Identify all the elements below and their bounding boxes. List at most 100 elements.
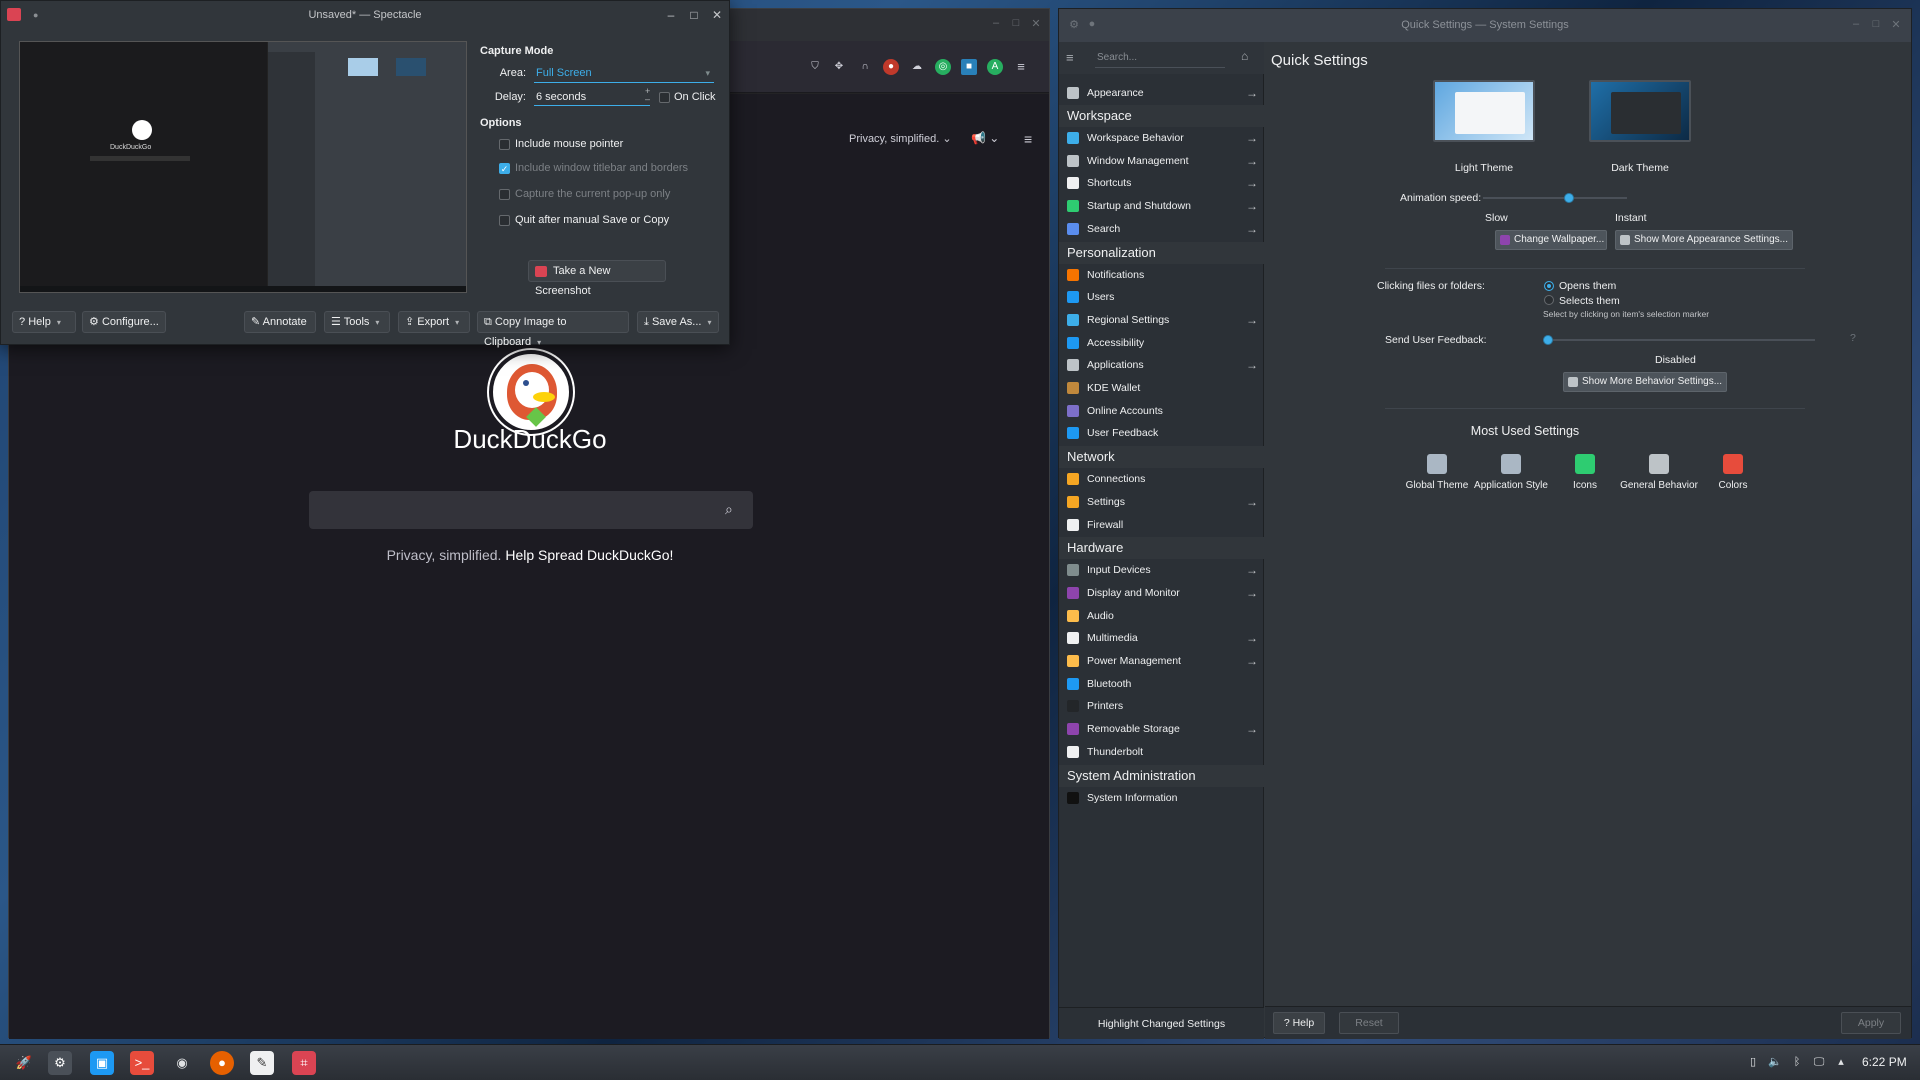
minimize-icon[interactable]: – (663, 7, 679, 23)
tools-button[interactable]: ☰ Tools ▾ (324, 311, 390, 333)
spread-link[interactable]: Help Spread DuckDuckGo! (505, 547, 673, 563)
privacy-dropdown[interactable]: Privacy, simplified. ⌄ (849, 132, 952, 145)
sidebar-item-search[interactable]: Search → (1059, 218, 1264, 240)
close-icon[interactable]: ✕ (1889, 18, 1903, 32)
export-button[interactable]: ⇪ Export ▾ (398, 311, 470, 333)
close-icon[interactable]: ✕ (1029, 17, 1043, 31)
minimize-icon[interactable]: – (989, 17, 1003, 31)
help-button[interactable]: ? Help (1273, 1012, 1325, 1034)
ublock-icon[interactable]: ● (883, 59, 899, 75)
cloud-icon[interactable]: ☁ (909, 59, 925, 75)
application-style-item[interactable]: Application Style (1471, 454, 1551, 491)
sidebar-item-firewall[interactable]: Firewall (1059, 514, 1264, 536)
highlight-changed-button[interactable]: Highlight Changed Settings (1059, 1007, 1264, 1039)
selects-them-radio[interactable] (1544, 295, 1554, 305)
general-behavior-item[interactable]: General Behavior (1619, 454, 1699, 491)
light-theme-thumbnail[interactable] (1433, 80, 1535, 142)
help-button[interactable]: ? Help ▾ (12, 311, 76, 333)
clipboard-icon[interactable]: ▯ (1746, 1055, 1760, 1069)
launcher-icon[interactable]: 🚀 (12, 1051, 36, 1075)
menu-icon[interactable]: ≡ (1013, 59, 1029, 75)
configure-button[interactable]: ⚙ Configure... (82, 311, 166, 333)
spin-arrows-icon[interactable]: + – (645, 87, 650, 104)
apply-button[interactable]: Apply (1841, 1012, 1901, 1034)
global-theme-item[interactable]: Global Theme (1397, 454, 1477, 491)
sidebar-item-appearance[interactable]: Appearance → (1059, 82, 1264, 104)
headphones-icon[interactable]: ∩ (857, 59, 873, 75)
animation-speed-slider[interactable] (1483, 193, 1627, 203)
maximize-icon[interactable]: □ (1009, 17, 1023, 31)
pin-icon[interactable]: ● (33, 10, 38, 20)
sidebar-item-display-and-monitor[interactable]: Display and Monitor → (1059, 582, 1264, 604)
sidebar-item-accessibility[interactable]: Accessibility (1059, 332, 1264, 354)
hamburger-menu-icon[interactable]: ≡ (1024, 131, 1038, 147)
close-icon[interactable]: ✕ (709, 7, 725, 23)
area-combo[interactable]: Full Screen ▾ (534, 65, 714, 83)
sidebar-item-shortcuts[interactable]: Shortcuts → (1059, 172, 1264, 194)
dark-theme-thumbnail[interactable] (1589, 80, 1691, 142)
sidebar-item-user-feedback[interactable]: User Feedback (1059, 422, 1264, 444)
firefox-icon[interactable]: ● (210, 1051, 234, 1075)
network-icon[interactable]: 🖵 (1812, 1055, 1826, 1069)
sidebar-item-removable-storage[interactable]: Removable Storage → (1059, 718, 1264, 740)
green-circle-icon[interactable]: ◎ (935, 59, 951, 75)
home-icon[interactable]: ⌂ (1241, 49, 1248, 63)
slider-handle[interactable] (1564, 193, 1575, 203)
more-behavior-button[interactable]: Show More Behavior Settings... (1563, 372, 1727, 392)
text-editor-icon[interactable]: ✎ (250, 1051, 274, 1075)
pocket-icon[interactable]: ⛉ (807, 59, 823, 75)
sidebar-item-bluetooth[interactable]: Bluetooth (1059, 673, 1264, 695)
opens-them-radio[interactable] (1544, 281, 1554, 291)
sidebar-item-input-devices[interactable]: Input Devices → (1059, 559, 1264, 581)
sidebar-item-applications[interactable]: Applications → (1059, 354, 1264, 376)
search-input[interactable]: Search... (1095, 48, 1225, 68)
sidebar-item-online-accounts[interactable]: Online Accounts (1059, 400, 1264, 422)
sidebar-item-window-management[interactable]: Window Management → (1059, 150, 1264, 172)
feedback-slider[interactable] (1543, 335, 1815, 345)
on-click-checkbox[interactable] (659, 92, 670, 103)
sidebar-item-workspace-behavior[interactable]: Workspace Behavior → (1059, 127, 1264, 149)
sidebar-item-audio[interactable]: Audio (1059, 605, 1264, 627)
copy-clipboard-button[interactable]: ⧉ Copy Image to Clipboard ▾ (477, 311, 629, 348)
spectacle-icon[interactable]: ⌗ (292, 1051, 316, 1075)
sidebar-item-system-information[interactable]: System Information (1059, 787, 1264, 809)
popup-checkbox[interactable] (499, 189, 510, 200)
take-screenshot-button[interactable]: Take a New Screenshot (528, 260, 666, 297)
clock[interactable]: 6:22 PM (1862, 1055, 1907, 1069)
maximize-icon[interactable]: □ (686, 7, 702, 23)
sidebar-item-settings[interactable]: Settings → (1059, 491, 1264, 513)
spectacle-app-icon[interactable] (7, 8, 21, 21)
sidebar-item-kde-wallet[interactable]: KDE Wallet (1059, 377, 1264, 399)
change-wallpaper-button[interactable]: Change Wallpaper... (1495, 230, 1607, 250)
sidebar-item-multimedia[interactable]: Multimedia → (1059, 627, 1264, 649)
annotate-button[interactable]: ✎ Annotate (244, 311, 316, 333)
search-input[interactable]: ⌕ (309, 491, 753, 529)
save-as-button[interactable]: ⤓ Save As... ▾ (637, 311, 719, 333)
blue-square-icon[interactable]: ■ (961, 59, 977, 75)
titlebar-checkbox[interactable]: ✓ (499, 163, 510, 174)
screenshot-preview[interactable]: DuckDuckGo (19, 41, 467, 293)
hamburger-icon[interactable]: ≡ (1066, 50, 1074, 65)
sidebar-item-regional-settings[interactable]: Regional Settings → (1059, 309, 1264, 331)
icons-item[interactable]: Icons (1545, 454, 1625, 491)
bluetooth-icon[interactable]: ᛒ (1790, 1055, 1804, 1069)
steam-icon[interactable]: ◉ (170, 1051, 194, 1075)
help-icon[interactable]: ? (1850, 332, 1856, 344)
quit-checkbox[interactable] (499, 215, 510, 226)
mouse-pointer-checkbox[interactable] (499, 139, 510, 150)
more-appearance-button[interactable]: Show More Appearance Settings... (1615, 230, 1793, 250)
delay-spinbox[interactable]: 6 seconds (534, 88, 650, 106)
pin-icon[interactable]: ● (1085, 18, 1099, 32)
settings-app-icon[interactable]: ⚙ (1067, 18, 1081, 32)
megaphone-icon[interactable]: 📢 ⌄ (971, 131, 999, 145)
terminal-icon[interactable]: >_ (130, 1051, 154, 1075)
slider-handle[interactable] (1543, 335, 1553, 345)
system-settings-icon[interactable]: ⚙ (48, 1051, 72, 1075)
avatar-icon[interactable]: A (987, 59, 1003, 75)
sidebar-item-connections[interactable]: Connections (1059, 468, 1264, 490)
discover-icon[interactable]: ▣ (90, 1051, 114, 1075)
sidebar-item-power-management[interactable]: Power Management → (1059, 650, 1264, 672)
search-icon[interactable]: ⌕ (725, 501, 743, 519)
tray-expand-icon[interactable]: ▴ (1834, 1055, 1848, 1069)
sidebar-item-notifications[interactable]: Notifications (1059, 264, 1264, 286)
